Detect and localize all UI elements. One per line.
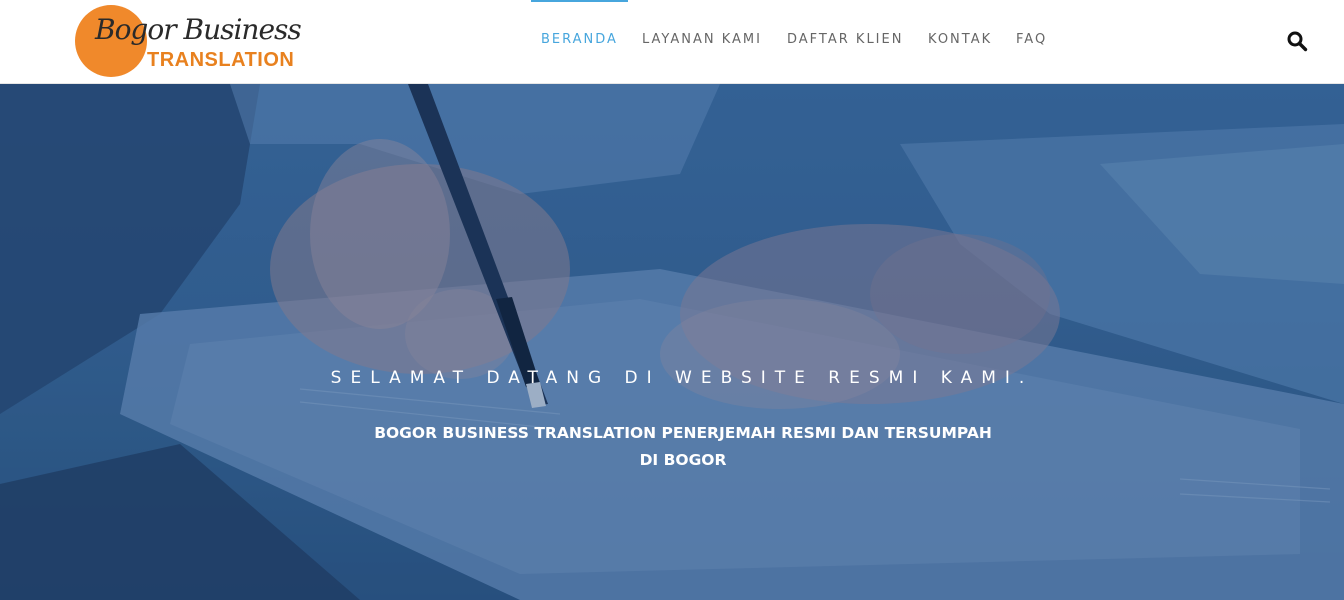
hero-color-overlay xyxy=(0,84,1344,600)
logo-text-line2: TRANSLATION xyxy=(147,49,295,71)
hero-title-line1: BOGOR BUSINESS TRANSLATION PENERJEMAH RE… xyxy=(374,424,992,442)
nav-item-faq[interactable]: FAQ xyxy=(1016,0,1047,84)
hero-banner: SELAMAT DATANG DI WEBSITE RESMI KAMI. BO… xyxy=(0,84,1344,600)
nav-item-layanan-kami[interactable]: LAYANAN KAMI xyxy=(642,0,762,84)
hero-title: BOGOR BUSINESS TRANSLATION PENERJEMAH RE… xyxy=(340,420,1026,474)
logo-text-line1: Bogor Business xyxy=(95,13,302,46)
nav-item-kontak[interactable]: KONTAK xyxy=(928,0,992,84)
hero-subtitle: SELAMAT DATANG DI WEBSITE RESMI KAMI. xyxy=(330,368,1034,388)
site-logo[interactable]: Bogor Business TRANSLATION xyxy=(75,5,305,79)
site-header: Bogor Business TRANSLATION BERANDA LAYAN… xyxy=(0,0,1344,84)
hero-title-line2: DI BOGOR xyxy=(639,451,727,469)
nav-item-beranda[interactable]: BERANDA xyxy=(531,0,628,84)
nav-item-daftar-klien[interactable]: DAFTAR KLIEN xyxy=(787,0,903,84)
search-icon[interactable] xyxy=(1286,30,1308,52)
